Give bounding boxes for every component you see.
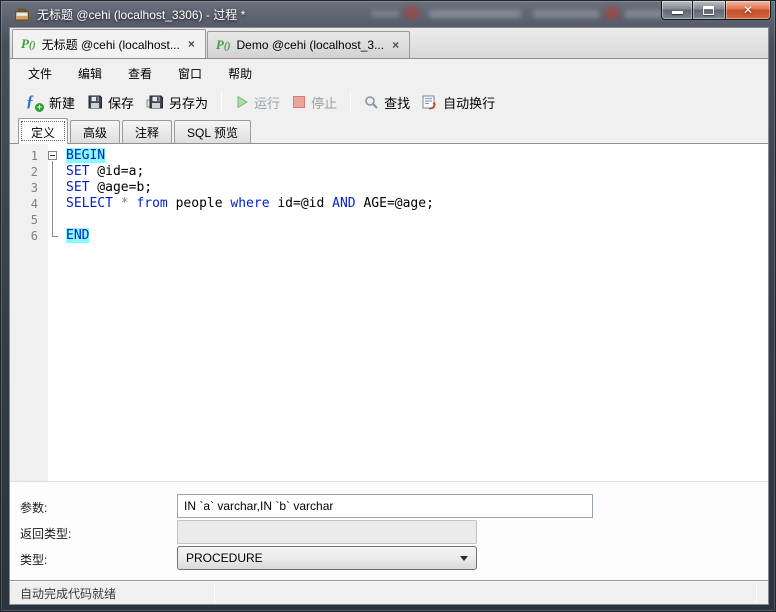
return-type-label: 返回类型: [20,527,72,541]
line-number: 6 [30,229,38,243]
stop-icon [292,95,306,109]
search-icon [364,95,379,110]
doc-tab-label: 无标题 @cehi (localhost... [41,37,180,52]
code-line[interactable]: 1 BEGIN [10,148,768,164]
procedure-form: 参数: 返回类型: 类型: PROCEDURE [10,482,768,580]
toolbar-button-label: 保存 [108,95,135,111]
tab-advanced[interactable]: 高级 [70,120,121,143]
run-icon [235,95,249,109]
toolbar-button-label: 自动换行 [443,95,496,111]
code-line[interactable]: 6 END [10,228,768,244]
tab-close-icon[interactable]: × [186,38,197,50]
tab-sql-preview[interactable]: SQL 预览 [174,120,251,143]
sql-code-editor[interactable]: 1 BEGIN 2 SET @id=a; 3 SET @age=b; 4 SELECT * f… [10,144,768,482]
fold-guide-line [48,196,66,212]
toolbar-button-label: 另存为 [169,95,209,111]
app-window: 无标题 @cehi (localhost_3306) - 过程 * ✕ P() 无… [0,0,776,612]
glass-blur-decoration [405,7,419,19]
menu-window[interactable]: 窗口 [165,61,215,86]
doc-tab-untitled[interactable]: P() 无标题 @cehi (localhost... × [12,29,206,58]
title-bar[interactable]: 无标题 @cehi (localhost_3306) - 过程 * ✕ [1,1,775,27]
toolbar-button-label: 新建 [49,95,76,111]
save-icon [87,94,103,110]
glass-blur-decoration [371,11,399,17]
param-input[interactable] [177,494,593,518]
close-icon: ✕ [742,3,754,17]
menu-view[interactable]: 查看 [115,61,165,86]
function-new-icon: ƒ + [26,92,44,112]
doc-tab-label: Demo @cehi (localhost_3... [236,38,385,52]
menu-edit[interactable]: 编辑 [65,61,115,86]
glass-blur-decoration [605,7,619,19]
return-type-input [177,520,477,544]
line-number: 2 [30,165,38,179]
type-dropdown[interactable]: PROCEDURE [177,546,477,570]
toolbar: ƒ + 新建 保存 另存为 运行 停止 查找 自动换行 [10,86,768,118]
code-text: END [66,228,90,243]
code-text: BEGIN [66,148,106,163]
word-wrap-button[interactable]: 自动换行 [416,89,501,116]
line-number: 5 [30,213,38,227]
menu-file[interactable]: 文件 [15,61,65,86]
minimize-button[interactable] [661,1,693,20]
tab-comment[interactable]: 注释 [122,120,173,143]
toolbar-button-label: 运行 [254,95,281,111]
find-button[interactable]: 查找 [358,89,416,116]
glass-blur-decoration [533,10,599,18]
editor-sub-tabs: 定义 高级 注释 SQL 预览 [10,118,768,144]
save-as-button[interactable]: 另存为 [140,89,214,116]
param-label: 参数: [20,501,48,515]
line-number: 4 [30,197,38,211]
tab-definition[interactable]: 定义 [18,118,69,144]
toolbar-separator [350,92,352,112]
type-label: 类型: [20,553,48,567]
fold-guide-line [48,180,66,196]
minimize-icon [672,11,683,14]
type-dropdown-value: PROCEDURE [186,551,263,565]
procedure-icon: P() [21,36,36,51]
code-line[interactable]: 3 SET @age=b; [10,180,768,196]
document-tab-strip: P() 无标题 @cehi (localhost... × P() Demo @cehi… [10,28,768,59]
word-wrap-icon [422,95,438,110]
code-line[interactable]: 2 SET @id=a; [10,164,768,180]
save-button[interactable]: 保存 [81,89,140,116]
status-bar: 自动完成代码就绪 [10,580,768,604]
tab-close-icon[interactable]: × [390,39,401,51]
line-number: 1 [30,149,38,163]
code-text: SELECT * from people where id=@id AND AG… [66,196,434,211]
maximize-button[interactable] [693,1,725,20]
code-line[interactable]: 4 SELECT * from people where id=@id AND A… [10,196,768,212]
new-button[interactable]: ƒ + 新建 [20,89,81,116]
client-area: P() 无标题 @cehi (localhost... × P() Demo @cehi… [9,27,769,605]
save-as-icon [146,94,164,110]
doc-tab-demo[interactable]: P() Demo @cehi (localhost_3... × [206,31,411,58]
glass-blur-decoration [429,10,521,18]
line-number: 3 [30,181,38,195]
menu-bar: 文件 编辑 查看 窗口 帮助 [10,60,768,86]
code-line[interactable]: 5 [10,212,768,228]
menu-help[interactable]: 帮助 [215,61,265,86]
toolbar-separator [221,92,223,112]
status-divider [214,584,215,603]
fold-collapse-icon[interactable] [48,148,66,164]
maximize-icon [703,6,714,15]
fold-guide-line [48,228,66,244]
stop-button: 停止 [286,89,343,116]
glass-blur-decoration [625,10,663,18]
code-text: SET @id=a; [66,164,145,179]
code-text: SET @age=b; [66,180,153,195]
status-message: 自动完成代码就绪 [20,587,117,601]
toolbox-icon [14,6,30,22]
status-divider [756,584,757,603]
toolbar-button-label: 停止 [311,95,338,111]
window-controls: ✕ [661,1,771,20]
chevron-down-icon [460,555,468,561]
window-title: 无标题 @cehi (localhost_3306) - 过程 * [37,8,246,22]
toolbar-button-label: 查找 [384,95,411,111]
run-button: 运行 [229,89,286,116]
fold-guide-line [48,164,66,180]
procedure-icon: P() [215,37,231,52]
fold-guide-line [48,212,66,228]
close-button[interactable]: ✕ [725,1,771,20]
